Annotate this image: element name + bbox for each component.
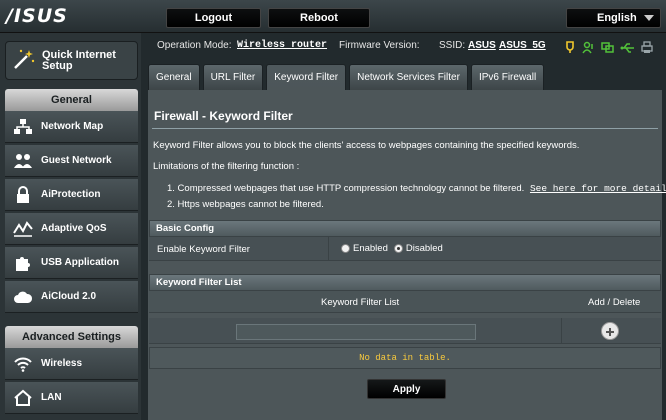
reboot-button[interactable]: Reboot bbox=[268, 8, 370, 28]
limitation-item: 1. Compressed webpages that use HTTP com… bbox=[167, 183, 666, 194]
usb-icon[interactable] bbox=[620, 41, 635, 57]
quick-internet-setup-button[interactable]: Quick Internet Setup bbox=[5, 41, 138, 80]
puzzle-icon bbox=[9, 254, 37, 272]
enable-keyword-filter-radio-group: Enabled Disabled bbox=[341, 243, 443, 254]
wand-icon bbox=[12, 47, 36, 74]
details-link[interactable]: See here for more details. bbox=[530, 183, 666, 194]
advanced-section-header: Advanced Settings bbox=[5, 326, 138, 348]
radio-enabled[interactable] bbox=[341, 244, 350, 253]
sidebar-item-label: LAN bbox=[41, 392, 62, 403]
lock-icon bbox=[9, 185, 37, 204]
limitation-1-text: 1. Compressed webpages that use HTTP com… bbox=[167, 183, 525, 194]
sidebar-item-usb-application[interactable]: USB Application bbox=[5, 247, 138, 279]
enable-keyword-filter-label: Enable Keyword Filter bbox=[149, 237, 329, 261]
content-panel: Firewall - Keyword Filter Keyword Filter… bbox=[148, 90, 666, 420]
ssid-5g-link[interactable]: ASUS_5G bbox=[499, 40, 546, 51]
tab-keyword-filter[interactable]: Keyword Filter bbox=[266, 64, 347, 90]
add-keyword-button[interactable] bbox=[601, 322, 619, 340]
top-bar: /ISUS Logout Reboot English bbox=[0, 0, 666, 33]
clients-icon[interactable] bbox=[582, 41, 595, 57]
keyword-filter-list-header: Keyword Filter List bbox=[149, 274, 661, 291]
sidebar-item-aicloud[interactable]: AiCloud 2.0 bbox=[5, 281, 138, 313]
table-header-row: Keyword Filter List Add / Delete bbox=[149, 291, 661, 313]
sidebar-item-aiprotection[interactable]: AiProtection bbox=[5, 179, 138, 211]
network-map-icon bbox=[9, 118, 37, 136]
operation-mode-link[interactable]: Wireless router bbox=[237, 40, 327, 51]
home-icon bbox=[9, 389, 37, 407]
sidebar-item-label: USB Application bbox=[41, 257, 119, 268]
apply-button[interactable]: Apply bbox=[367, 379, 446, 399]
sidebar-item-label: AiProtection bbox=[41, 189, 101, 200]
limitations-label: Limitations of the filtering function : bbox=[153, 161, 300, 172]
cloud-icon bbox=[9, 289, 37, 305]
no-data-message: No data in table. bbox=[149, 347, 661, 369]
sidebar: Quick Internet Setup General Network Map… bbox=[0, 33, 141, 420]
sidebar-item-label: Adaptive QoS bbox=[41, 223, 107, 234]
language-value: English bbox=[597, 12, 637, 24]
title-divider bbox=[152, 128, 658, 129]
enable-keyword-filter-row: Enable Keyword Filter Enabled Disabled bbox=[149, 237, 661, 261]
keyword-entry-row bbox=[149, 318, 661, 344]
sidebar-item-lan[interactable]: LAN bbox=[5, 382, 138, 414]
page-title: Firewall - Keyword Filter bbox=[154, 109, 293, 123]
column-divider bbox=[561, 318, 562, 344]
sidebar-item-guest-network[interactable]: Guest Network bbox=[5, 145, 138, 177]
basic-config-header: Basic Config bbox=[149, 220, 661, 237]
guest-network-icon bbox=[9, 152, 37, 170]
quick-setup-label: Quick Internet Setup bbox=[42, 48, 116, 72]
radio-disabled[interactable] bbox=[393, 244, 403, 253]
printer-icon[interactable] bbox=[641, 41, 653, 57]
sidebar-item-label: Wireless bbox=[41, 358, 83, 369]
language-select[interactable]: English bbox=[566, 8, 661, 28]
sidebar-item-wireless[interactable]: Wireless bbox=[5, 348, 138, 380]
sidebar-item-adaptive-qos[interactable]: Adaptive QoS bbox=[5, 213, 138, 245]
keyword-input[interactable] bbox=[236, 324, 476, 340]
sidebar-item-label: AiCloud 2.0 bbox=[41, 291, 97, 302]
tab-general[interactable]: General bbox=[148, 64, 200, 90]
operation-mode-label: Operation Mode: bbox=[157, 40, 232, 51]
ssid-2g-link[interactable]: ASUS bbox=[468, 40, 496, 51]
radio-enabled-label: Enabled bbox=[353, 243, 388, 254]
asus-logo: /ISUS bbox=[6, 5, 68, 27]
description-text: Keyword Filter allows you to block the c… bbox=[153, 140, 580, 151]
ssid-label: SSID: bbox=[439, 40, 466, 51]
tab-url-filter[interactable]: URL Filter bbox=[202, 64, 264, 90]
sidebar-item-network-map[interactable]: Network Map bbox=[5, 111, 138, 143]
column-header-add-delete: Add / Delete bbox=[588, 297, 641, 308]
wifi-icon bbox=[9, 356, 37, 372]
sidebar-item-label: Network Map bbox=[41, 121, 104, 132]
network-icon[interactable] bbox=[601, 41, 614, 57]
limitation-2-text: 2. Https webpages cannot be filtered. bbox=[167, 199, 324, 210]
tab-network-services-filter[interactable]: Network Services Filter bbox=[349, 64, 468, 90]
status-icons bbox=[564, 41, 653, 57]
qos-icon bbox=[9, 220, 37, 237]
general-section-header: General bbox=[5, 89, 138, 111]
tab-ipv6-firewall[interactable]: IPv6 Firewall bbox=[470, 64, 545, 90]
alert-icon[interactable] bbox=[564, 41, 576, 57]
sidebar-item-label: Guest Network bbox=[41, 155, 112, 166]
radio-disabled-label: Disabled bbox=[405, 243, 443, 254]
tab-bar: General URL Filter Keyword Filter Networ… bbox=[148, 64, 545, 90]
firmware-version-label: Firmware Version: bbox=[339, 40, 420, 51]
column-header-keyword-list: Keyword Filter List bbox=[321, 297, 400, 308]
logout-button[interactable]: Logout bbox=[166, 8, 261, 28]
chevron-down-icon bbox=[644, 15, 654, 21]
